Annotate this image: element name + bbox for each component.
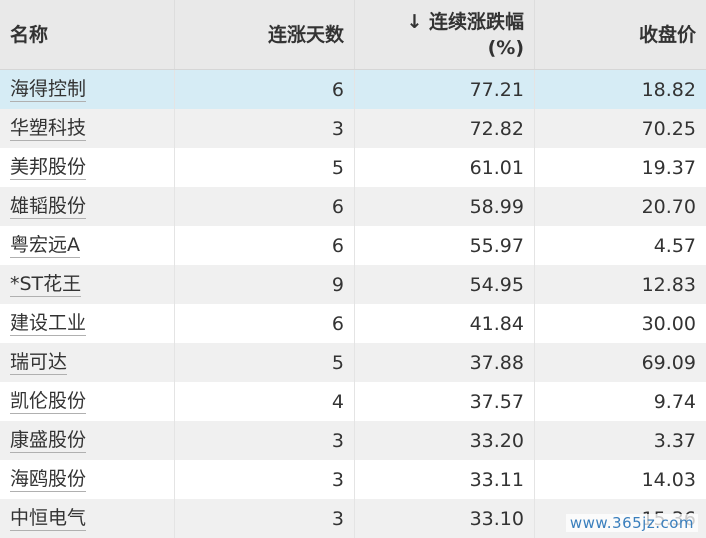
cell-close: 4.57 (653, 234, 696, 257)
sort-down-icon: ↓ (406, 10, 423, 33)
cell-close: 20.70 (641, 195, 696, 218)
column-header-name-label: 名称 (10, 23, 49, 46)
cell-close: 30.00 (641, 312, 696, 335)
table-row[interactable]: 瑞可达 5 37.88 69.09 (0, 343, 706, 382)
cell-days: 3 (175, 421, 355, 460)
table-row[interactable]: 凯伦股份 4 37.57 9.74 (0, 382, 706, 421)
cell-close: 12.83 (641, 273, 696, 296)
column-header-pct[interactable]: ↓ 连续涨跌幅 (%) (355, 0, 535, 69)
cell-close: 70.25 (641, 117, 696, 140)
cell-name: 瑞可达 (0, 343, 175, 382)
cell-days: 4 (175, 382, 355, 421)
column-header-close[interactable]: 收盘价 (535, 0, 706, 69)
table-row[interactable]: 粤宏远A 6 55.97 4.57 (0, 226, 706, 265)
cell-name: 雄韬股份 (0, 187, 175, 226)
stock-name-link[interactable]: 中恒电气 (10, 506, 87, 531)
cell-days: 3 (175, 109, 355, 148)
cell-name: 海鸥股份 (0, 460, 175, 499)
cell-pct: 58.99 (355, 187, 535, 226)
cell-days: 6 (175, 187, 355, 226)
stock-name-link[interactable]: 雄韬股份 (10, 194, 87, 219)
stock-name-link[interactable]: 瑞可达 (10, 350, 68, 375)
column-header-pct-unit: (%) (487, 36, 524, 59)
cell-days: 6 (175, 70, 355, 109)
cell-pct: 61.01 (355, 148, 535, 187)
table-row[interactable]: 海得控制 6 77.21 18.82 (0, 70, 706, 109)
cell-close: 3.37 (653, 429, 696, 452)
stock-name-link[interactable]: 康盛股份 (10, 428, 87, 453)
cell-close: 18.82 (641, 78, 696, 101)
cell-name: *ST花王 (0, 265, 175, 304)
stock-table: 名称 连涨天数 ↓ 连续涨跌幅 (%) 收盘价 海得控制 6 77.21 18.82 华… (0, 0, 706, 538)
stock-name-link[interactable]: 海得控制 (10, 77, 87, 102)
table-row[interactable]: 美邦股份 5 61.01 19.37 (0, 148, 706, 187)
column-header-pct-wrap: ↓ 连续涨跌幅 (%) (365, 9, 524, 61)
cell-close: 69.09 (641, 351, 696, 374)
cell-close: 19.37 (641, 156, 696, 179)
cell-pct: 77.21 (355, 70, 535, 109)
cell-days: 9 (175, 265, 355, 304)
watermark: www.365jz.com (565, 514, 698, 532)
stock-name-link[interactable]: *ST花王 (10, 272, 82, 297)
cell-name: 建设工业 (0, 304, 175, 343)
cell-pct: 33.20 (355, 421, 535, 460)
stock-name-link[interactable]: 美邦股份 (10, 155, 87, 180)
cell-name: 康盛股份 (0, 421, 175, 460)
cell-days: 5 (175, 343, 355, 382)
cell-pct: 37.88 (355, 343, 535, 382)
stock-name-link[interactable]: 凯伦股份 (10, 389, 87, 414)
column-header-name[interactable]: 名称 (0, 0, 175, 69)
table-row[interactable]: *ST花王 9 54.95 12.83 (0, 265, 706, 304)
cell-pct: 33.10 (355, 499, 535, 538)
cell-pct: 33.11 (355, 460, 535, 499)
cell-name: 海得控制 (0, 70, 175, 109)
table-row[interactable]: 海鸥股份 3 33.11 14.03 (0, 460, 706, 499)
cell-pct: 72.82 (355, 109, 535, 148)
cell-pct: 37.57 (355, 382, 535, 421)
cell-pct: 55.97 (355, 226, 535, 265)
table-row[interactable]: 建设工业 6 41.84 30.00 (0, 304, 706, 343)
column-header-days[interactable]: 连涨天数 (175, 0, 355, 69)
cell-pct: 54.95 (355, 265, 535, 304)
column-header-days-label: 连涨天数 (267, 23, 344, 46)
cell-days: 3 (175, 460, 355, 499)
stock-name-link[interactable]: 建设工业 (10, 311, 87, 336)
cell-days: 6 (175, 226, 355, 265)
stock-name-link[interactable]: 华塑科技 (10, 116, 87, 141)
cell-close: 9.74 (653, 390, 696, 413)
cell-name: 美邦股份 (0, 148, 175, 187)
cell-pct: 41.84 (355, 304, 535, 343)
cell-days: 5 (175, 148, 355, 187)
cell-days: 6 (175, 304, 355, 343)
table-row[interactable]: 雄韬股份 6 58.99 20.70 (0, 187, 706, 226)
cell-days: 3 (175, 499, 355, 538)
table-body: 海得控制 6 77.21 18.82 华塑科技 3 72.82 70.25 美邦股份 5 61.01… (0, 70, 706, 538)
cell-name: 粤宏远A (0, 226, 175, 265)
cell-name: 华塑科技 (0, 109, 175, 148)
cell-name: 中恒电气 (0, 499, 175, 538)
table-row[interactable]: 华塑科技 3 72.82 70.25 (0, 109, 706, 148)
table-header: 名称 连涨天数 ↓ 连续涨跌幅 (%) 收盘价 (0, 0, 706, 70)
stock-name-link[interactable]: 海鸥股份 (10, 467, 87, 492)
column-header-close-label: 收盘价 (638, 23, 696, 46)
cell-name: 凯伦股份 (0, 382, 175, 421)
stock-name-link[interactable]: 粤宏远A (10, 233, 80, 258)
column-header-pct-label: 连续涨跌幅 (428, 10, 524, 33)
cell-close: 14.03 (641, 468, 696, 491)
table-row[interactable]: 康盛股份 3 33.20 3.37 (0, 421, 706, 460)
